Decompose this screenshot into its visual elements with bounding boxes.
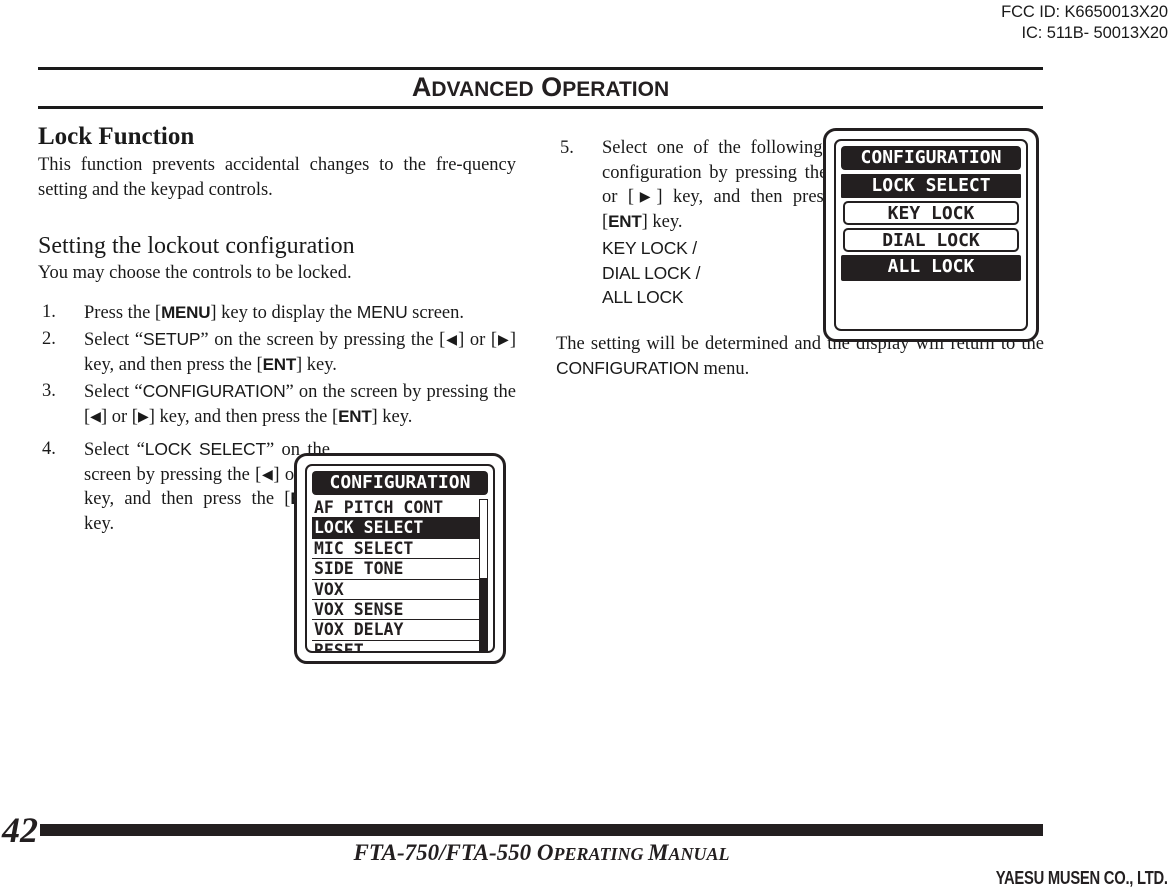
step-text-1-frag-0: Select “ (84, 330, 144, 350)
lcd-scrollbar-thumb[interactable] (480, 577, 487, 651)
lcd-list-item-label: SIDE TONE (314, 559, 404, 579)
lcd-list-item-label: RESET (314, 640, 364, 653)
step-text-2-frag-0: Select “ (84, 382, 143, 402)
step-text-2-frag-5: ▶ (137, 408, 149, 425)
header-rule-bottom (38, 106, 1043, 109)
footer-title-frag-3: M (648, 840, 669, 865)
footer-rule (40, 824, 1043, 836)
step-text-0-frag-6: ] key. (641, 211, 683, 232)
ic-id-text: IC: 511B- 50013X20 (1021, 24, 1169, 42)
step-4: 4. Select “LOCK SELECT” on the screen by … (38, 437, 330, 536)
chapter-title-o-rest: PERATION (562, 78, 670, 101)
step-text-1-frag-4: ] or [ (458, 330, 498, 350)
closing-paragraph-frag-1: CONFIGURATION (556, 358, 699, 378)
lcd-configuration-list-screen: CONFIGURATION AF PITCH CONT LOCK SELECT MI… (305, 464, 495, 653)
step-text-0-frag-2: ] key to display the (210, 302, 357, 323)
lcd-list-item[interactable]: SIDE TONE (312, 559, 488, 580)
step-text-3-frag-3: ◀ (261, 466, 274, 483)
step-text-2-frag-3: ◀ (90, 408, 101, 425)
lcd-list-item-label: LOCK SELECT (314, 518, 424, 538)
lcd-lock-option-label: KEY LOCK (887, 203, 975, 224)
lcd-lock-option[interactable]: DIAL LOCK (843, 228, 1019, 252)
step-text-1-frag-1: SETUP (143, 329, 201, 349)
step-number-0: 5. (560, 138, 574, 158)
lcd-lock-select: CONFIGURATION LOCK SELECT KEY LOCK DIAL L… (823, 128, 1039, 342)
step-text-1-frag-2: ” on the screen by pressing the [ (200, 330, 446, 350)
step-number-3: 4. (42, 439, 56, 459)
lcd-list-item-label: VOX (314, 579, 344, 599)
regulatory-id-block: FCC ID: K6650013X20 IC: 511B- 50013X20 (1001, 2, 1168, 44)
step-5: 5. Select one of the following lock confi… (556, 136, 864, 234)
lcd-list-item[interactable]: AF PITCH CONT (312, 498, 488, 519)
step-text-1: Select “SETUP” on the screen by pressing… (84, 329, 516, 375)
step-text-0-frag-4: screen. (407, 302, 465, 323)
lcd-list-item-label: VOX SENSE (314, 599, 404, 619)
lcd-list-item[interactable]: RESET (312, 640, 488, 653)
step-text-0: Press the [MENU] key to display the MENU… (84, 301, 465, 323)
lcd-list-item[interactable]: VOX DELAY (312, 620, 488, 641)
step-text-2-frag-1: CONFIGURATION (142, 381, 286, 401)
footer-title-frag-2: PERATING (553, 844, 649, 864)
lcd-lock-select-title: CONFIGURATION (841, 146, 1021, 170)
lcd-list-item[interactable]: MIC SELECT (312, 538, 488, 560)
step-text-1-frag-3: ◀ (445, 332, 459, 348)
step-text-1-frag-7: ENT (262, 354, 297, 374)
step-text-0-frag-3: MENU (356, 301, 408, 322)
footer-title-frag-4: ANUAL (668, 844, 730, 864)
step-text-3-frag-1: LOCK SELECT (144, 439, 266, 459)
lcd-scrollbar[interactable] (479, 499, 488, 651)
step-text-1-frag-8: ] key. (296, 354, 337, 375)
step-text-0-frag-1: MENU (161, 302, 211, 322)
chapter-title-a-rest: DVANCED (431, 78, 534, 101)
step-1: 1. Press the [MENU] key to display the ME… (38, 300, 516, 326)
lcd-lock-option-label: DIAL LOCK (882, 230, 980, 251)
step-text-3-frag-0: Select “ (84, 440, 145, 460)
lcd-list-item[interactable]: VOX (312, 580, 488, 600)
lcd-lock-option-label: ALL LOCK (887, 256, 975, 277)
subsection-heading-lockout-config: Setting the lockout configuration (38, 233, 355, 259)
page-number: 42 (2, 810, 38, 850)
lcd-list-item-label: MIC SELECT (314, 538, 414, 558)
lcd-configuration-list-rows: AF PITCH CONT LOCK SELECT MIC SELECT SIDE T… (312, 498, 488, 653)
step-2: 2. Select “SETUP” on the screen by pressi… (38, 327, 516, 377)
chapter-title: ADVANCED OPERATION (38, 70, 1043, 109)
step-number-0: 1. (42, 301, 56, 322)
lcd-lock-select-subtitle: LOCK SELECT (841, 174, 1021, 198)
section-intro-paragraph: This function prevents accidental change… (38, 155, 516, 200)
lcd-lock-select-screen: CONFIGURATION LOCK SELECT KEY LOCK DIAL L… (834, 139, 1028, 331)
section-heading-lock-function: Lock Function (38, 123, 195, 150)
step-text-2-frag-6: ] key, and then press the [ (148, 406, 339, 427)
lcd-lock-option-selected[interactable]: ALL LOCK (841, 255, 1021, 281)
step-text-0-frag-5: ENT (608, 211, 642, 231)
footer-title-frag-0: FTA-750/FTA-550 (353, 840, 537, 865)
footer-manual-title: FTA-750/FTA-550 OPERATING MANUAL (40, 840, 1043, 869)
step-text-2-frag-4: ] or [ (100, 406, 138, 427)
step-text-0-frag-0: Press the [ (84, 302, 162, 323)
brand-text: YAESU MUSEN CO., LTD. (996, 868, 1168, 888)
closing-paragraph-frag-2: menu. (698, 359, 750, 379)
step-text-2: Select “CONFIGURATION” on the screen by … (84, 381, 516, 427)
lcd-lock-option[interactable]: KEY LOCK (843, 201, 1019, 225)
lcd-list-item[interactable]: VOX SENSE (312, 599, 488, 621)
chapter-title-o-cap: O (541, 72, 563, 102)
step-text-2-frag-8: ] key. (371, 406, 413, 427)
step-text-2-frag-7: ENT (338, 406, 372, 426)
chapter-title-a-cap: A (411, 72, 432, 102)
subsection-intro-paragraph: You may choose the controls to be locked… (38, 263, 352, 283)
lcd-list-item-label: AF PITCH CONT (314, 498, 444, 517)
fcc-id-text: FCC ID: K6650013X20 (1001, 3, 1168, 21)
lcd-configuration-list: CONFIGURATION AF PITCH CONT LOCK SELECT MI… (294, 453, 506, 664)
step-text-1-frag-5: ▶ (497, 332, 510, 348)
step-number-1: 2. (42, 329, 56, 349)
lcd-configuration-list-title: CONFIGURATION (312, 471, 488, 495)
lcd-list-item-selected[interactable]: LOCK SELECT (312, 518, 488, 539)
step-text-0-frag-3: ▶ (634, 189, 657, 205)
lcd-list-item-label: VOX DELAY (314, 620, 404, 640)
step-3: 3. Select “CONFIGURATION” on the screen b… (38, 379, 516, 429)
footer-title-frag-1: O (536, 840, 554, 865)
step-number-2: 3. (42, 381, 56, 401)
